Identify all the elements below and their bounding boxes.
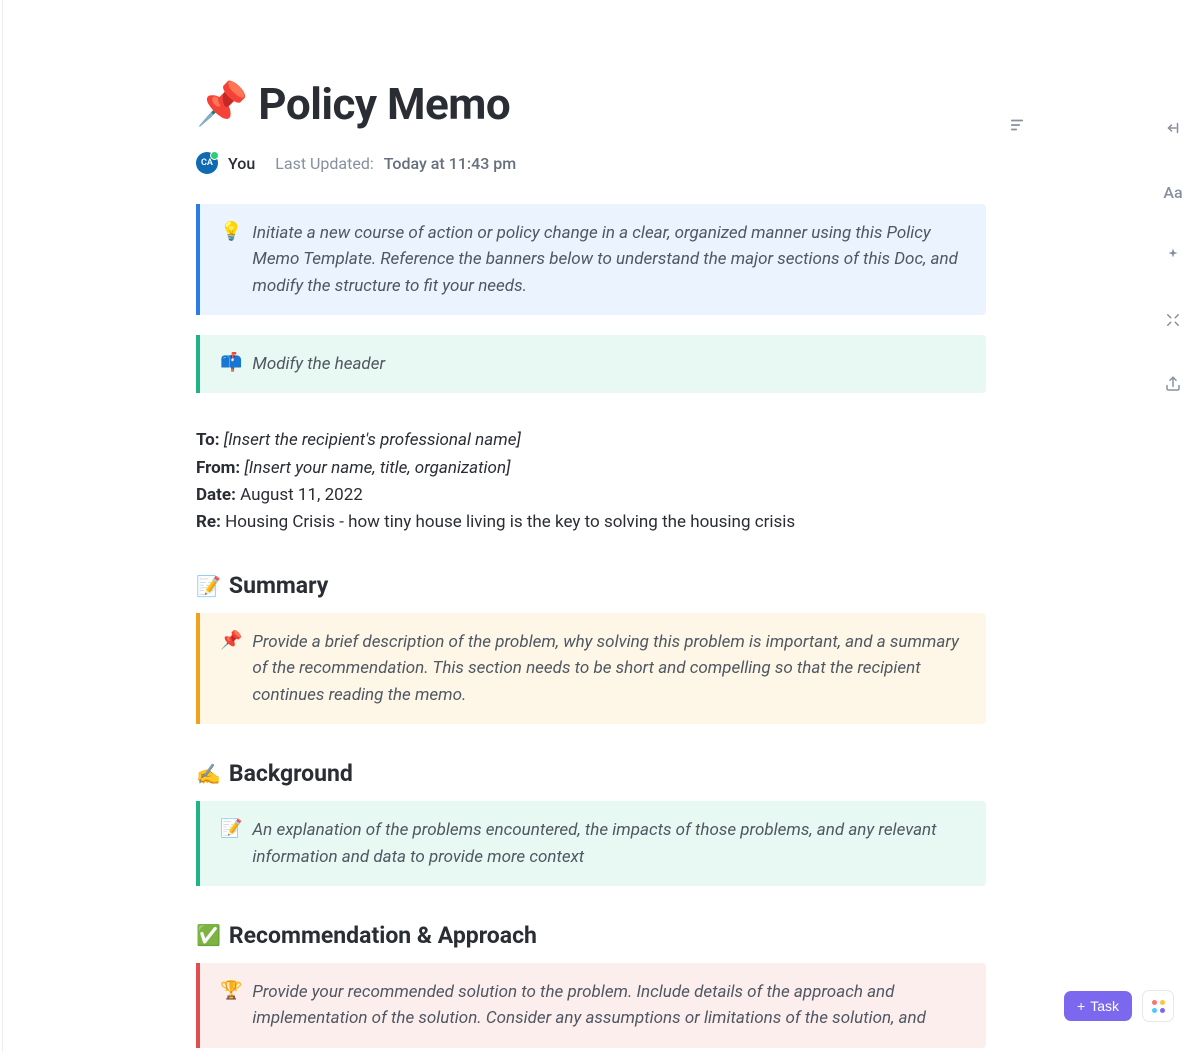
memo-re-line: Re: Housing Crisis - how tiny house livi… bbox=[196, 509, 986, 536]
left-edge-divider bbox=[2, 0, 3, 1052]
document-title-row: 📌 Policy Memo bbox=[196, 78, 986, 130]
right-toolbar: Aa bbox=[1146, 0, 1200, 1052]
create-task-button[interactable]: + Task bbox=[1064, 991, 1132, 1021]
recommendation-banner-text: Provide your recommended solution to the… bbox=[252, 979, 966, 1032]
memo-date-line: Date: August 11, 2022 bbox=[196, 482, 986, 509]
summary-banner[interactable]: 📌 Provide a brief description of the pro… bbox=[196, 613, 986, 724]
automation-icon[interactable] bbox=[1157, 304, 1189, 336]
background-banner-text: An explanation of the problems encounter… bbox=[252, 817, 966, 870]
from-label: From: bbox=[196, 458, 240, 478]
document-meta-row: CA You Last Updated: Today at 11:43 pm bbox=[196, 152, 986, 174]
document-title[interactable]: Policy Memo bbox=[258, 78, 510, 130]
from-value: [Insert your name, title, organization] bbox=[244, 458, 510, 478]
summary-banner-text: Provide a brief description of the probl… bbox=[252, 629, 966, 708]
pushpin-icon: 📌 bbox=[196, 80, 248, 129]
summary-heading-text: Summary bbox=[229, 572, 328, 599]
recommendation-heading-text: Recommendation & Approach bbox=[229, 922, 537, 949]
date-label: Date: bbox=[196, 485, 236, 505]
typography-button[interactable]: Aa bbox=[1157, 176, 1189, 208]
to-label: To: bbox=[196, 430, 219, 450]
memo-to-line: To: [Insert the recipient's professional… bbox=[196, 427, 986, 454]
modify-header-banner[interactable]: 📫 Modify the header bbox=[196, 335, 986, 393]
share-icon[interactable] bbox=[1157, 368, 1189, 400]
intro-banner-text: Initiate a new course of action or polic… bbox=[252, 220, 966, 299]
apps-grid-icon bbox=[1152, 1000, 1165, 1013]
background-heading[interactable]: ✍️ Background bbox=[196, 760, 986, 787]
check-mark-icon: ✅ bbox=[196, 923, 221, 947]
memo-from-line: From: [Insert your name, title, organiza… bbox=[196, 455, 986, 482]
paragraph-format-icon[interactable] bbox=[1008, 116, 1026, 138]
background-heading-text: Background bbox=[229, 760, 353, 787]
ai-sparkle-icon[interactable] bbox=[1157, 240, 1189, 272]
date-value: August 11, 2022 bbox=[240, 485, 363, 505]
modify-header-text: Modify the header bbox=[252, 351, 385, 377]
task-button-label: Task bbox=[1090, 998, 1119, 1014]
to-value: [Insert the recipient's professional nam… bbox=[224, 430, 521, 450]
lightbulb-icon: 💡 bbox=[220, 221, 242, 299]
last-updated-value: Today at 11:43 pm bbox=[384, 154, 517, 173]
last-updated-label: Last Updated: bbox=[275, 154, 373, 173]
bottom-actions: + Task bbox=[1064, 990, 1174, 1022]
pushpin-icon: 📌 bbox=[220, 630, 242, 708]
memo-icon: 📝 bbox=[220, 818, 242, 870]
memo-header-fields[interactable]: To: [Insert the recipient's professional… bbox=[196, 427, 986, 536]
collapse-icon[interactable] bbox=[1157, 112, 1189, 144]
trophy-icon: 🏆 bbox=[220, 980, 242, 1032]
recommendation-banner[interactable]: 🏆 Provide your recommended solution to t… bbox=[196, 963, 986, 1048]
memo-icon: 📝 bbox=[196, 574, 221, 598]
author-name: You bbox=[228, 154, 255, 173]
writing-hand-icon: ✍️ bbox=[196, 762, 221, 786]
author-avatar[interactable]: CA bbox=[196, 152, 218, 174]
document-body: 📌 Policy Memo CA You Last Updated: Today… bbox=[196, 0, 986, 1048]
intro-banner[interactable]: 💡 Initiate a new course of action or pol… bbox=[196, 204, 986, 315]
re-label: Re: bbox=[196, 512, 221, 532]
apps-button[interactable] bbox=[1142, 990, 1174, 1022]
re-value: Housing Crisis - how tiny house living i… bbox=[225, 512, 795, 532]
mailbox-icon: 📫 bbox=[220, 352, 242, 377]
summary-heading[interactable]: 📝 Summary bbox=[196, 572, 986, 599]
recommendation-heading[interactable]: ✅ Recommendation & Approach bbox=[196, 922, 986, 949]
plus-icon: + bbox=[1077, 998, 1085, 1014]
background-banner[interactable]: 📝 An explanation of the problems encount… bbox=[196, 801, 986, 886]
